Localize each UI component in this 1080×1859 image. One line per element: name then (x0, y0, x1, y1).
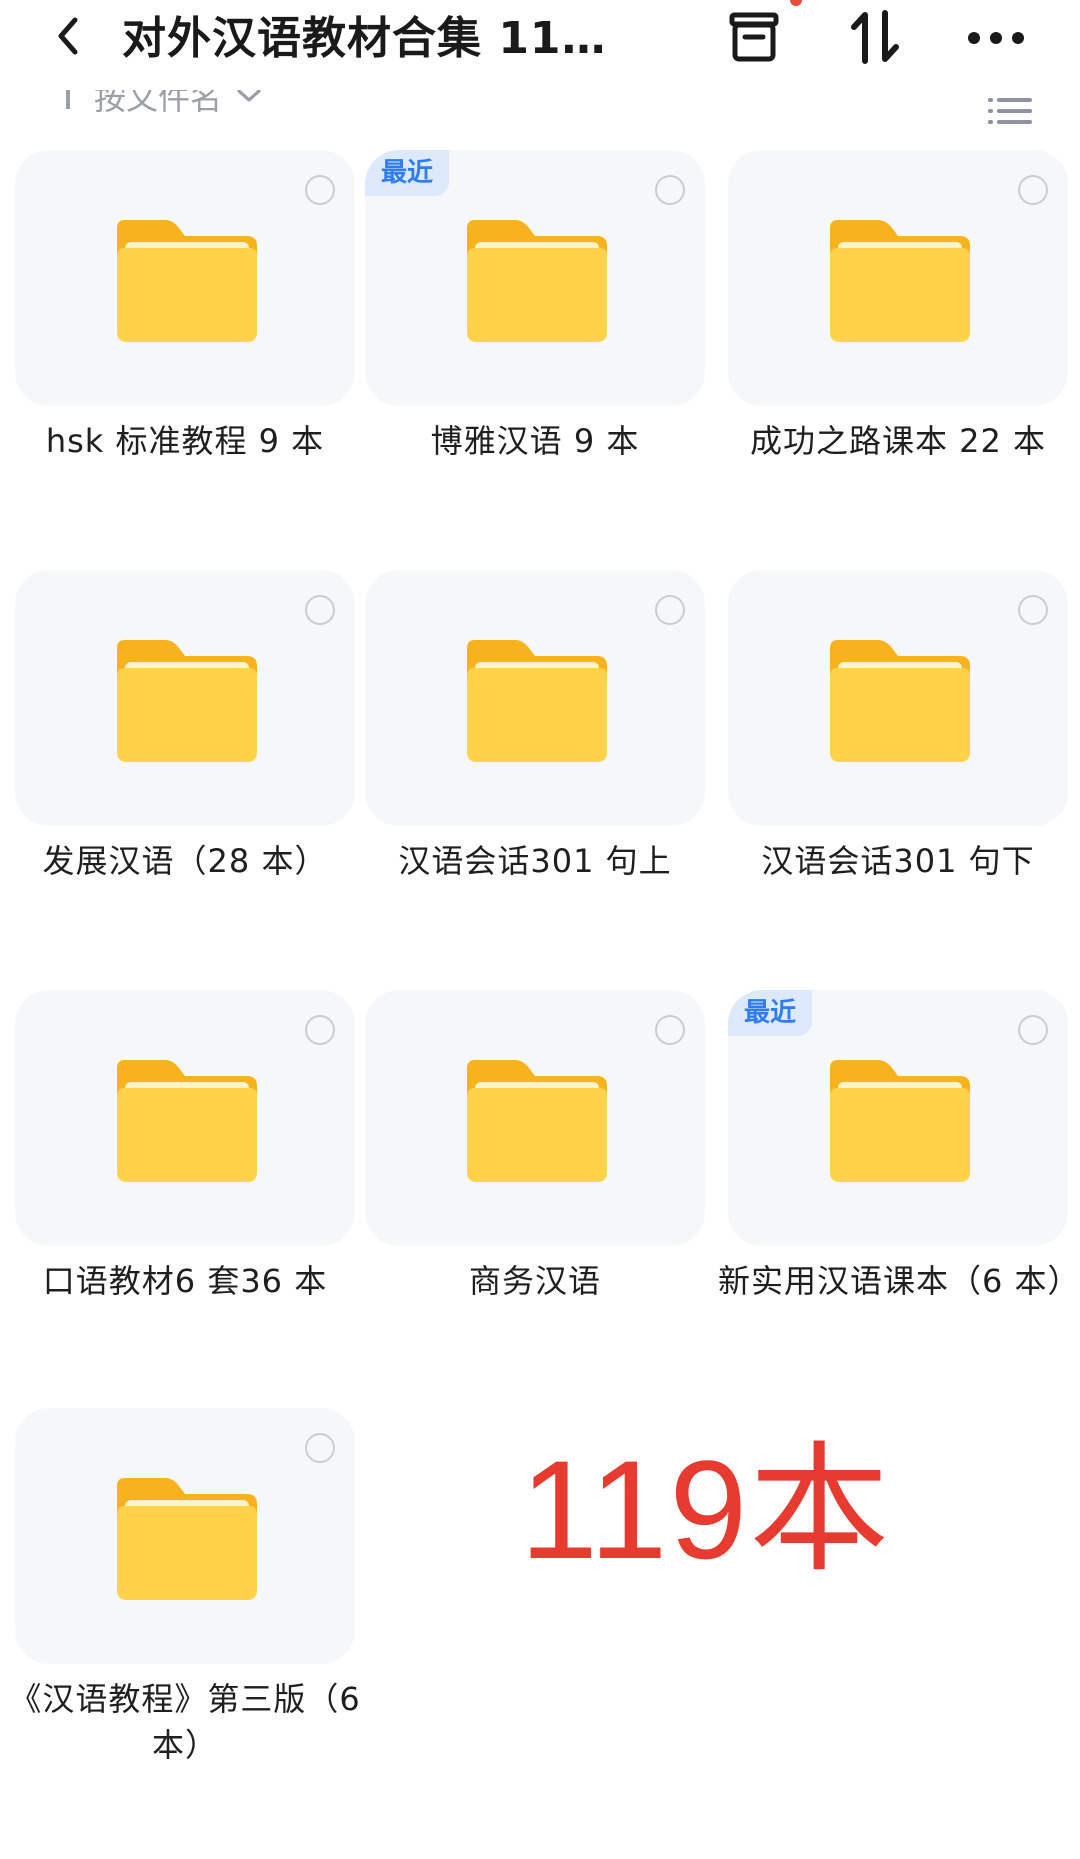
select-checkbox[interactable] (1018, 1015, 1048, 1045)
folder-item[interactable]: 最近 博雅汉语 9 本 (365, 150, 705, 560)
folder-icon (826, 216, 974, 344)
folder-card[interactable] (15, 570, 355, 826)
folder-item[interactable]: 《汉语教程》第三版（6 本） (9, 1408, 360, 1818)
folder-name: hsk 标准教程 9 本 (45, 422, 325, 460)
folder-name: 汉语会话301 句下 (761, 842, 1035, 880)
folder-name: 汉语会话301 句上 (398, 842, 672, 880)
select-checkbox[interactable] (655, 595, 685, 625)
folder-icon (463, 636, 611, 764)
folder-item[interactable]: 成功之路课本 22 本 (728, 150, 1068, 560)
folder-item[interactable]: 发展汉语（28 本） (15, 570, 355, 980)
folder-icon (463, 1056, 611, 1184)
folder-icon (113, 1474, 261, 1602)
folder-item[interactable]: 口语教材6 套36 本 (15, 990, 355, 1400)
folder-item[interactable]: hsk 标准教程 9 本 (15, 150, 355, 560)
folder-grid: hsk 标准教程 9 本 最近 博雅汉语 9 本 成功之路课本 22 本 发展汉… (0, 0, 1080, 1859)
folder-card[interactable] (15, 150, 355, 406)
folder-item[interactable]: 商务汉语 (365, 990, 705, 1400)
folder-name: 《汉语教程》第三版（6 本） (9, 1680, 361, 1764)
folder-card[interactable] (365, 570, 705, 826)
select-checkbox[interactable] (305, 175, 335, 205)
folder-card[interactable] (728, 150, 1068, 406)
folder-card[interactable] (365, 990, 705, 1246)
select-checkbox[interactable] (305, 1015, 335, 1045)
select-checkbox[interactable] (1018, 175, 1048, 205)
folder-item[interactable]: 最近 新实用汉语课本（6 本） (718, 990, 1080, 1400)
folder-card[interactable] (15, 990, 355, 1246)
folder-card[interactable] (728, 570, 1068, 826)
folder-icon (826, 636, 974, 764)
select-checkbox[interactable] (305, 595, 335, 625)
folder-name: 商务汉语 (468, 1262, 601, 1300)
folder-icon (113, 636, 261, 764)
select-checkbox[interactable] (655, 175, 685, 205)
folder-name: 发展汉语（28 本） (42, 842, 328, 880)
select-checkbox[interactable] (305, 1433, 335, 1463)
select-checkbox[interactable] (655, 1015, 685, 1045)
folder-icon (826, 1056, 974, 1184)
recent-badge: 最近 (365, 150, 450, 196)
folder-icon (113, 216, 261, 344)
folder-icon (463, 216, 611, 344)
folder-item[interactable]: 汉语会话301 句下 (728, 570, 1068, 980)
folder-card[interactable]: 最近 (728, 990, 1068, 1246)
folder-name: 新实用汉语课本（6 本） (718, 1262, 1080, 1300)
book-count-overlay: 119本 (520, 1431, 892, 1588)
folder-card[interactable] (15, 1408, 355, 1664)
folder-name: 博雅汉语 9 本 (430, 422, 640, 460)
folder-name: 口语教材6 套36 本 (42, 1262, 328, 1300)
folder-item[interactable]: 汉语会话301 句上 (365, 570, 705, 980)
recent-badge: 最近 (728, 990, 813, 1036)
select-checkbox[interactable] (1018, 595, 1048, 625)
folder-name: 成功之路课本 22 本 (749, 422, 1047, 460)
folder-card[interactable]: 最近 (365, 150, 705, 406)
folder-icon (113, 1056, 261, 1184)
